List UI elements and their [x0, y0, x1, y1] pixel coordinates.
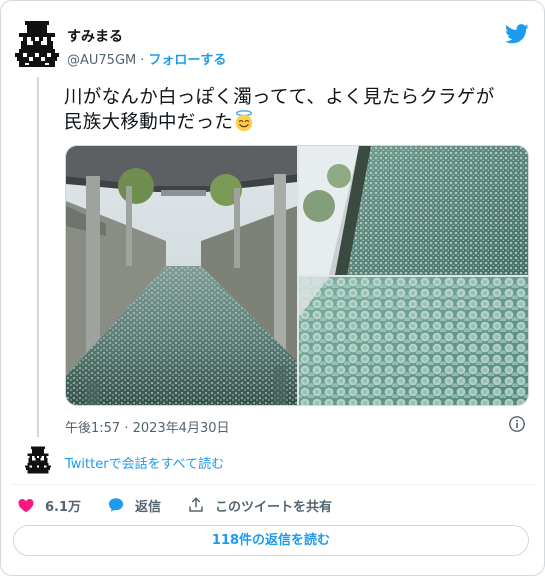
smiling-face-with-halo-icon — [235, 110, 253, 132]
tweet-text-line-2: 民族大移動中だった — [64, 110, 534, 135]
like-button[interactable]: 6.1万 — [17, 494, 81, 516]
divider — [11, 484, 534, 485]
share-button[interactable]: このツイートを共有 — [187, 494, 332, 516]
read-replies-button[interactable]: 118件の返信を読む — [13, 525, 529, 556]
author-handle-row: @AU75GM · フォローする — [67, 49, 226, 68]
share-upload-icon — [189, 497, 203, 512]
tweet-media-grid — [65, 145, 529, 406]
reply-bubble-icon — [108, 498, 124, 512]
info-icon[interactable] — [508, 415, 526, 433]
separator-dot: · — [140, 53, 145, 68]
like-count: 6.1万 — [45, 499, 82, 515]
author-avatar[interactable] — [15, 21, 59, 67]
twitter-bird-icon[interactable] — [505, 23, 529, 45]
reply-button[interactable]: 返信 — [107, 494, 161, 516]
share-label: このツイートを共有 — [215, 499, 333, 515]
tweet-text-line-1: 川がなんか白っぽく濁ってて、よく見たらクラゲが — [64, 87, 495, 108]
author-handle[interactable]: @AU75GM — [67, 53, 136, 68]
embedded-tweet-card: すみまる @AU75GM · フォローする 川がなんか白っぽく濁ってて、よく見たらク… — [0, 0, 545, 576]
tweet-text: 川がなんか白っぽく濁ってて、よく見たらクラゲが 民族大移動中だった — [64, 85, 534, 135]
river-under-bridge-photo[interactable] — [66, 146, 297, 405]
read-conversation-link[interactable]: Twitterで会話をすべて読む — [65, 453, 224, 472]
tweet-text-line-2-text: 民族大移動中だった — [64, 112, 234, 133]
thread-connector-line — [37, 77, 39, 437]
author-avatar-small[interactable] — [25, 445, 51, 475]
tweet-timestamp[interactable]: 午後1:57 · 2023年4月30日 — [65, 417, 230, 436]
author-display-name[interactable]: すみまる — [67, 26, 123, 46]
jellyfish-closeup-photo[interactable] — [299, 277, 528, 405]
river-surface-photo[interactable] — [299, 146, 528, 275]
reply-label: 返信 — [135, 499, 162, 515]
follow-button[interactable]: フォローする — [148, 53, 226, 68]
heart-icon — [18, 499, 34, 513]
